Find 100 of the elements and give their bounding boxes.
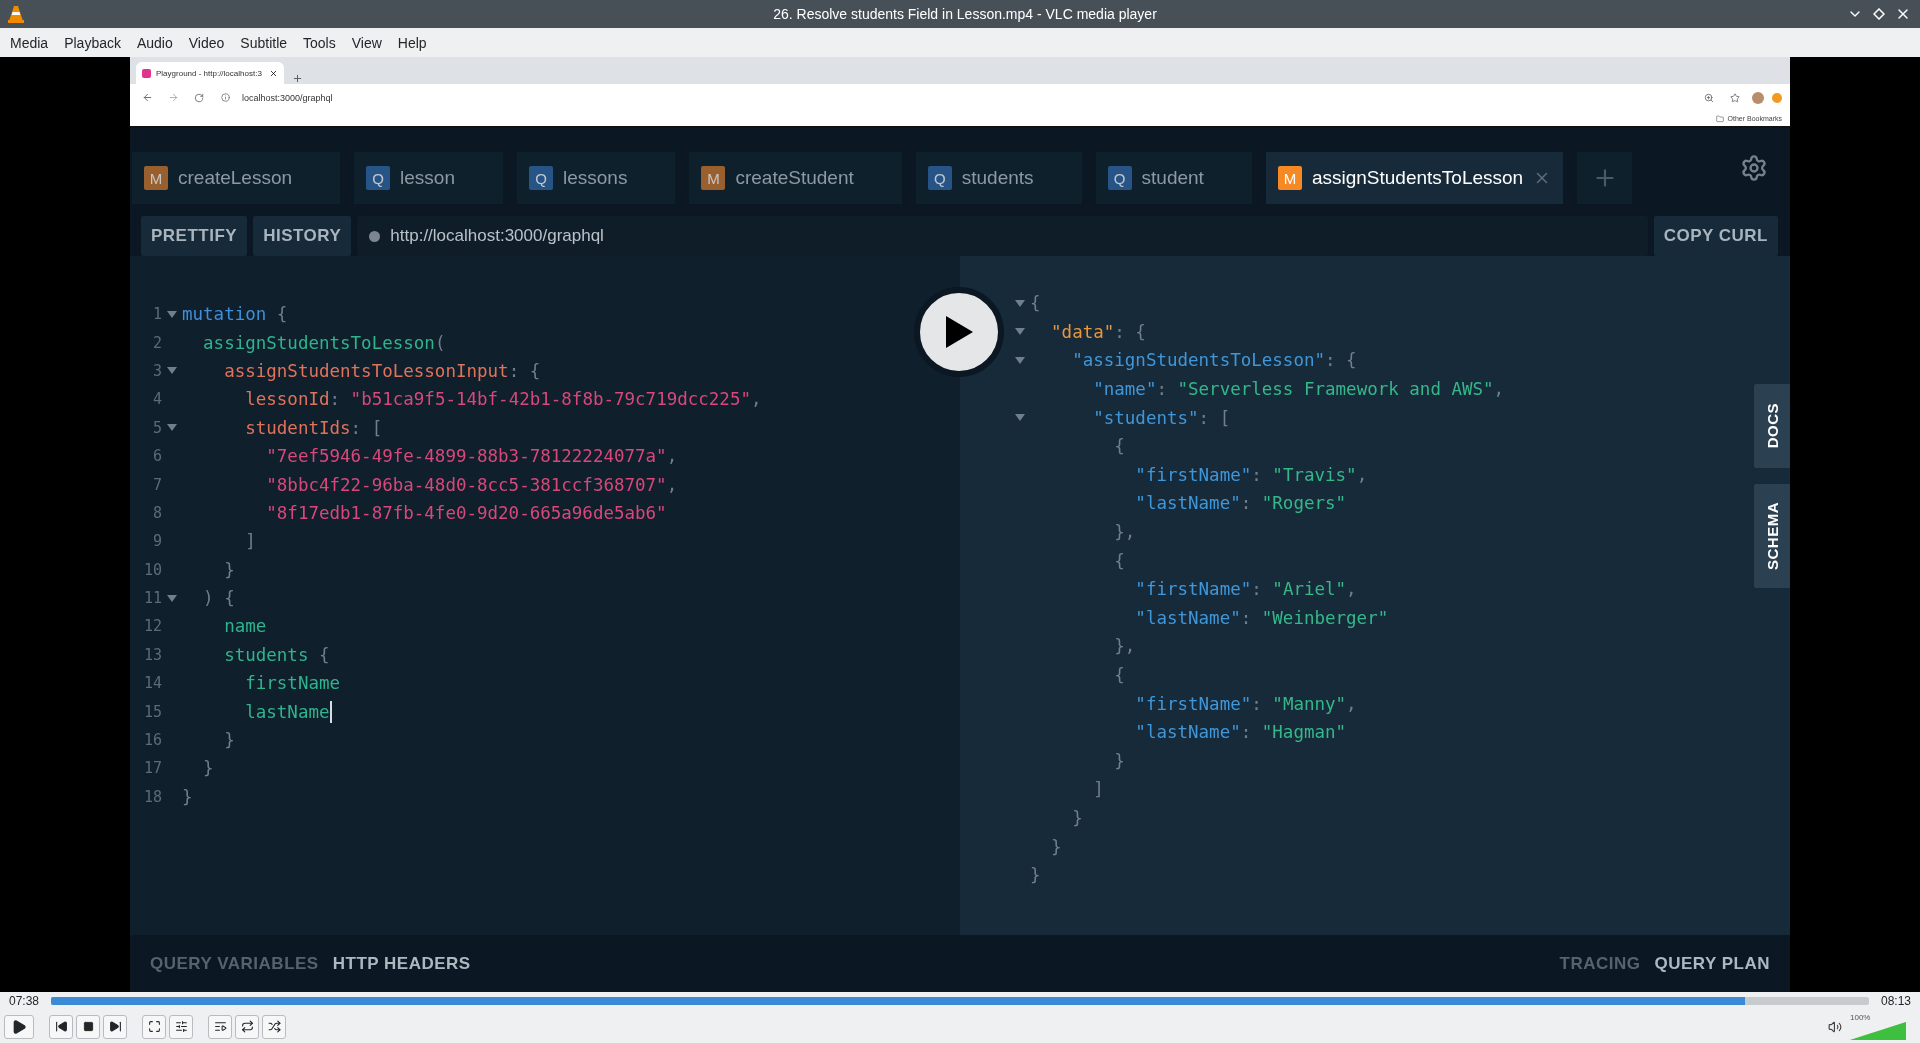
code-line: }, — [1113, 636, 1136, 657]
fold-arrow-icon[interactable] — [1015, 357, 1025, 364]
loop-icon — [240, 1020, 254, 1033]
query-plan-tab[interactable]: QUERY PLAN — [1654, 953, 1770, 974]
shuffle-icon — [267, 1020, 281, 1033]
code-line: } — [182, 786, 193, 807]
browser-tab[interactable]: Playground - http://localhost:3 — [136, 62, 284, 84]
fullscreen-icon — [147, 1020, 161, 1033]
line-number: 10 — [142, 560, 162, 579]
code-line: "data": { — [1050, 321, 1146, 342]
add-tab-button[interactable] — [1577, 152, 1633, 204]
schema-tab[interactable]: SCHEMA — [1754, 484, 1790, 588]
fold-arrow-icon[interactable] — [167, 594, 177, 602]
code-line: "firstName": "Manny", — [1134, 693, 1357, 714]
fold-arrow-icon[interactable] — [167, 424, 177, 432]
line-number: 1 — [151, 305, 162, 324]
maximize-icon[interactable] — [1870, 5, 1888, 23]
code-line: firstName — [244, 673, 341, 694]
line-number: 12 — [142, 617, 162, 636]
play-icon — [944, 315, 974, 349]
code-line: } — [223, 730, 235, 751]
stop-button[interactable] — [76, 1014, 100, 1039]
fullscreen-button[interactable] — [142, 1014, 166, 1039]
code-line: }, — [1113, 522, 1136, 543]
fold-arrow-icon[interactable] — [167, 310, 177, 318]
docs-tab[interactable]: DOCS — [1754, 384, 1790, 468]
copy-curl-button[interactable]: COPY CURL — [1653, 216, 1778, 256]
new-tab-icon[interactable] — [292, 73, 303, 84]
menu-item[interactable]: View — [343, 34, 390, 51]
line-number: 8 — [151, 503, 162, 522]
code-line: "assignStudentsToLesson": { — [1071, 350, 1357, 371]
code-line: "8bbc4f22-96ba-48d0-8cc5-381ccf368707", — [265, 474, 678, 495]
menu-item[interactable]: Help — [389, 34, 435, 51]
line-number: 3 — [151, 361, 162, 380]
line-number: 9 — [151, 532, 162, 551]
code-line: "lastName": "Weinberger" — [1134, 607, 1389, 628]
play-icon — [11, 1018, 27, 1035]
query-tab[interactable]: Q lessons — [517, 152, 676, 204]
http-headers-tab[interactable]: HTTP HEADERS — [332, 953, 471, 974]
shuffle-button[interactable] — [262, 1014, 286, 1039]
playlist-button[interactable] — [208, 1014, 232, 1039]
menu-item[interactable]: Playback — [56, 34, 129, 51]
query-tab[interactable]: M assignStudentsToLesson — [1265, 152, 1564, 204]
favicon-icon — [142, 68, 151, 78]
line-number: 15 — [142, 702, 162, 721]
fold-arrow-icon[interactable] — [1015, 299, 1025, 307]
fold-arrow-icon[interactable] — [1015, 414, 1025, 422]
code-line: { — [1030, 293, 1041, 314]
line-number: 17 — [142, 759, 162, 778]
line-number: 4 — [151, 390, 162, 409]
stop-icon — [82, 1021, 94, 1032]
update-icon[interactable] — [1772, 92, 1782, 103]
code-line: "firstName": "Ariel", — [1134, 579, 1357, 600]
code-line: assignStudentsToLessonInput: { — [223, 360, 541, 381]
menu-item[interactable]: Audio — [128, 34, 181, 51]
prettify-button[interactable]: PRETTIFY — [141, 216, 248, 256]
code-line: lessonId: "b51ca9f5-14bf-42b1-8f8b-79c719dcc225", — [244, 389, 762, 410]
sliders-icon — [174, 1020, 188, 1033]
code-line: } — [1071, 808, 1083, 828]
code-line: "students": [ — [1092, 407, 1231, 428]
previous-button[interactable] — [49, 1014, 73, 1039]
skip-back-icon — [54, 1020, 68, 1033]
avatar-icon[interactable] — [1752, 91, 1764, 104]
line-number: 11 — [142, 589, 162, 608]
elapsed-time: 07:38 — [9, 994, 40, 1008]
query-tab[interactable]: Q student — [1095, 152, 1252, 204]
code-line: ) { — [202, 588, 235, 609]
window-title: 26. Resolve students Field in Lesson.mp4 - VLC media player — [772, 6, 1158, 22]
loop-button[interactable] — [235, 1014, 259, 1039]
code-line: "lastName": "Rogers" — [1134, 493, 1347, 514]
volume-reading: 100% — [1850, 1013, 1871, 1022]
seek-bar[interactable] — [51, 997, 1869, 1005]
line-number: 14 — [142, 674, 162, 693]
code-line: } — [202, 758, 214, 779]
query-tab[interactable]: Q students — [915, 152, 1082, 204]
close-icon[interactable] — [269, 68, 278, 78]
menu-item[interactable]: Video — [180, 34, 233, 51]
code-line: lastName — [244, 701, 330, 722]
menu-item[interactable]: Subtitle — [232, 34, 296, 51]
line-number: 5 — [151, 418, 162, 437]
extended-settings-button[interactable] — [169, 1014, 193, 1039]
menu-item[interactable]: Media — [2, 34, 57, 51]
code-line: { — [1113, 436, 1125, 457]
menu-item[interactable]: Tools — [295, 34, 344, 51]
code-line: "7eef5946-49fe-4899-88b3-78122224077a", — [265, 446, 678, 467]
skip-forward-icon — [108, 1020, 122, 1033]
code-line: mutation { — [182, 304, 288, 325]
next-button[interactable] — [103, 1014, 127, 1039]
code-line: } — [1050, 836, 1062, 857]
play-button[interactable] — [4, 1014, 34, 1039]
query-tab[interactable]: Q lesson — [354, 152, 503, 204]
volume-slider[interactable] — [1850, 1022, 1906, 1040]
history-button[interactable]: HISTORY — [253, 216, 352, 256]
line-number: 6 — [151, 447, 162, 466]
query-tab[interactable]: M createLesson — [132, 152, 341, 204]
code-line: } — [223, 559, 235, 580]
fold-arrow-icon[interactable] — [1015, 328, 1025, 336]
fold-arrow-icon[interactable] — [167, 367, 177, 375]
endpoint-field[interactable]: http://localhost:3000/graphql — [357, 216, 1648, 256]
query-tab[interactable]: M createStudent — [689, 152, 902, 204]
